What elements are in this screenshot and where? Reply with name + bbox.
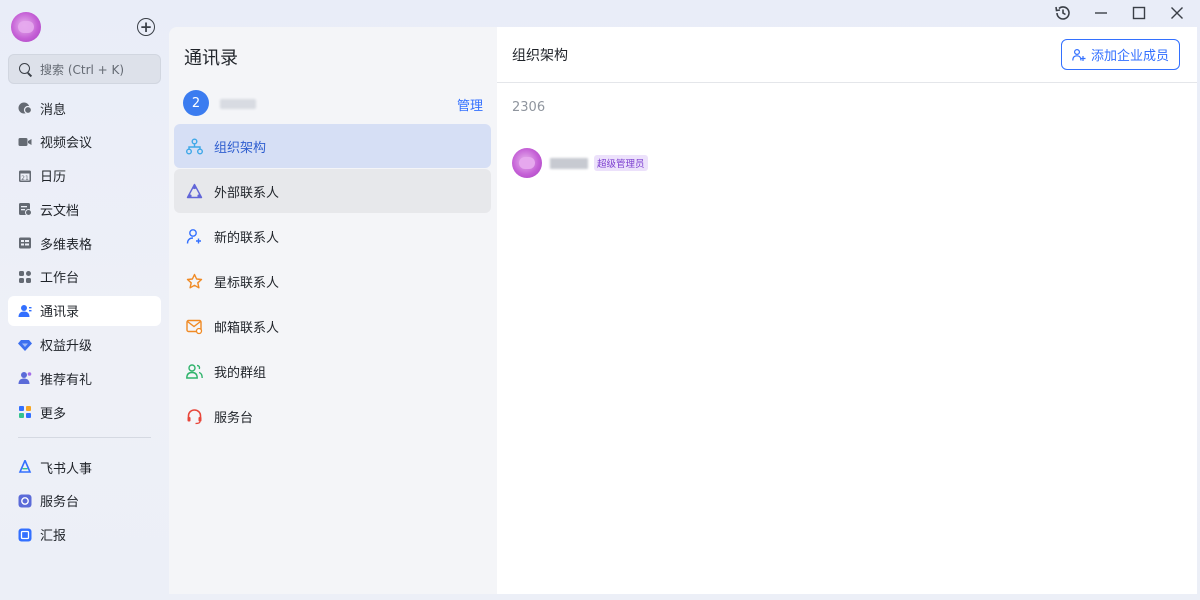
add-member-button[interactable]: 添加企业成员 (1061, 39, 1180, 70)
contacts-item-mail[interactable]: 邮箱联系人 (174, 304, 491, 348)
contacts-item-label: 组织架构 (214, 140, 267, 156)
member-count: 2306 (512, 100, 546, 115)
org-name-redacted (220, 99, 256, 109)
sidebar-item-label: 权益升级 (40, 339, 93, 355)
sidebar-item-label: 消息 (40, 102, 67, 118)
sidebar-item-workbench[interactable]: 工作台 (8, 262, 161, 292)
sidebar-item-label: 飞书人事 (40, 461, 93, 477)
search-placeholder: 搜索 (Ctrl + K) (40, 62, 125, 77)
sidebar-item-label: 工作台 (40, 271, 80, 287)
maximize-icon[interactable] (1130, 4, 1148, 22)
sidebar-item-label: 通讯录 (40, 305, 80, 321)
contacts-item-label: 服务台 (214, 410, 254, 426)
refer-icon (18, 371, 32, 385)
hr-icon (18, 460, 32, 474)
video-icon (18, 135, 32, 149)
page-title: 组织架构 (512, 48, 568, 64)
contacts-item-new[interactable]: 新的联系人 (174, 214, 491, 258)
contacts-item-org-chart[interactable]: 组织架构 (174, 124, 491, 168)
org-structure-panel: 组织架构 添加企业成员 2306 超级管理员 (497, 27, 1197, 594)
contacts-item-groups[interactable]: 我的群组 (174, 349, 491, 393)
sidebar-item-label: 视频会议 (40, 136, 93, 152)
sidebar-item-label: 服务台 (40, 495, 80, 511)
mail-contact-icon (186, 319, 203, 334)
window-controls (1054, 4, 1186, 22)
sidebar-item-contacts[interactable]: 通讯录 (8, 295, 161, 326)
contacts-panel: 通讯录 2 管理 组织架构 外部联系人 新的联系人 星标联系人 邮箱联系人 我的… (169, 27, 497, 594)
contacts-item-label: 外部联系人 (214, 185, 280, 201)
service-desk-icon (18, 494, 32, 508)
sidebar-item-messages[interactable]: 消息 (8, 93, 161, 123)
org-badge: 2 (183, 90, 209, 116)
contacts-item-label: 邮箱联系人 (214, 320, 280, 336)
sidebar-item-cloud-docs[interactable]: 云文档 (8, 194, 161, 224)
sidebar-item-more[interactable]: 更多 (8, 397, 161, 427)
contacts-item-label: 新的联系人 (214, 230, 280, 246)
cloud-doc-icon (18, 202, 32, 217)
sidebar-item-base[interactable]: 多维表格 (8, 228, 161, 258)
sidebar-item-video[interactable]: 视频会议 (8, 127, 161, 157)
org-switcher[interactable]: 2 管理 (183, 90, 483, 116)
contacts-item-service-desk[interactable]: 服务台 (174, 394, 491, 438)
report-icon (18, 528, 32, 542)
group-icon (186, 363, 203, 379)
history-icon[interactable] (1054, 4, 1072, 22)
create-plus-button[interactable]: + (137, 18, 155, 36)
minimize-icon[interactable] (1092, 4, 1110, 22)
org-chart-icon (186, 138, 203, 154)
add-member-label: 添加企业成员 (1090, 49, 1169, 64)
role-badge: 超级管理员 (594, 155, 648, 171)
member-row[interactable]: 超级管理员 (512, 148, 648, 178)
search-icon (19, 62, 32, 76)
external-contacts-icon (186, 183, 203, 198)
contacts-item-label: 我的群组 (214, 365, 267, 381)
panel-title: 通讯录 (184, 48, 238, 69)
table-icon (18, 236, 32, 250)
avatar (512, 148, 542, 178)
more-icon (18, 405, 32, 419)
workbench-icon (18, 270, 32, 284)
contacts-icon (18, 304, 32, 318)
contacts-item-starred[interactable]: 星标联系人 (174, 259, 491, 303)
close-icon[interactable] (1168, 4, 1186, 22)
sidebar-app-service-desk[interactable]: 服务台 (8, 486, 161, 516)
sidebar-item-label: 日历 (40, 170, 67, 186)
star-icon (186, 273, 203, 288)
sidebar-item-upgrade[interactable]: 权益升级 (8, 330, 161, 360)
new-contact-icon (186, 228, 201, 244)
calendar-icon: 21 (18, 169, 32, 183)
sidebar-item-label: 推荐有礼 (40, 372, 93, 388)
panel-header: 组织架构 添加企业成员 (497, 27, 1197, 83)
sidebar-app-report[interactable]: 汇报 (8, 520, 161, 550)
nav-list: 消息 视频会议 21 日历 云文档 多维表格 工作台 通讯录 权益升级 推荐有礼… (8, 93, 161, 554)
sidebar-item-label: 更多 (40, 406, 67, 422)
left-nav: + 搜索 (Ctrl + K) 消息 视频会议 21 日历 云文档 多维表格 工… (0, 0, 168, 600)
contacts-item-external[interactable]: 外部联系人 (174, 169, 491, 213)
contacts-category-list: 组织架构 外部联系人 新的联系人 星标联系人 邮箱联系人 我的群组 服务台 (174, 124, 491, 439)
sidebar-item-referral[interactable]: 推荐有礼 (8, 363, 161, 393)
sidebar-item-label: 多维表格 (40, 237, 93, 253)
diamond-icon (18, 338, 32, 352)
sidebar-app-hr[interactable]: 飞书人事 (8, 452, 161, 482)
user-avatar[interactable] (11, 12, 41, 42)
sidebar-item-calendar[interactable]: 21 日历 (8, 161, 161, 191)
nav-divider (18, 437, 151, 439)
manage-link[interactable]: 管理 (457, 95, 483, 114)
svg-text:21: 21 (21, 174, 29, 181)
search-input[interactable]: 搜索 (Ctrl + K) (8, 54, 161, 84)
member-name-redacted (550, 157, 588, 169)
sidebar-item-label: 汇报 (40, 529, 67, 545)
message-icon (18, 101, 32, 115)
headset-icon (187, 408, 202, 424)
contacts-item-label: 星标联系人 (214, 275, 280, 291)
add-member-icon (1072, 48, 1086, 61)
sidebar-item-label: 云文档 (40, 203, 80, 219)
